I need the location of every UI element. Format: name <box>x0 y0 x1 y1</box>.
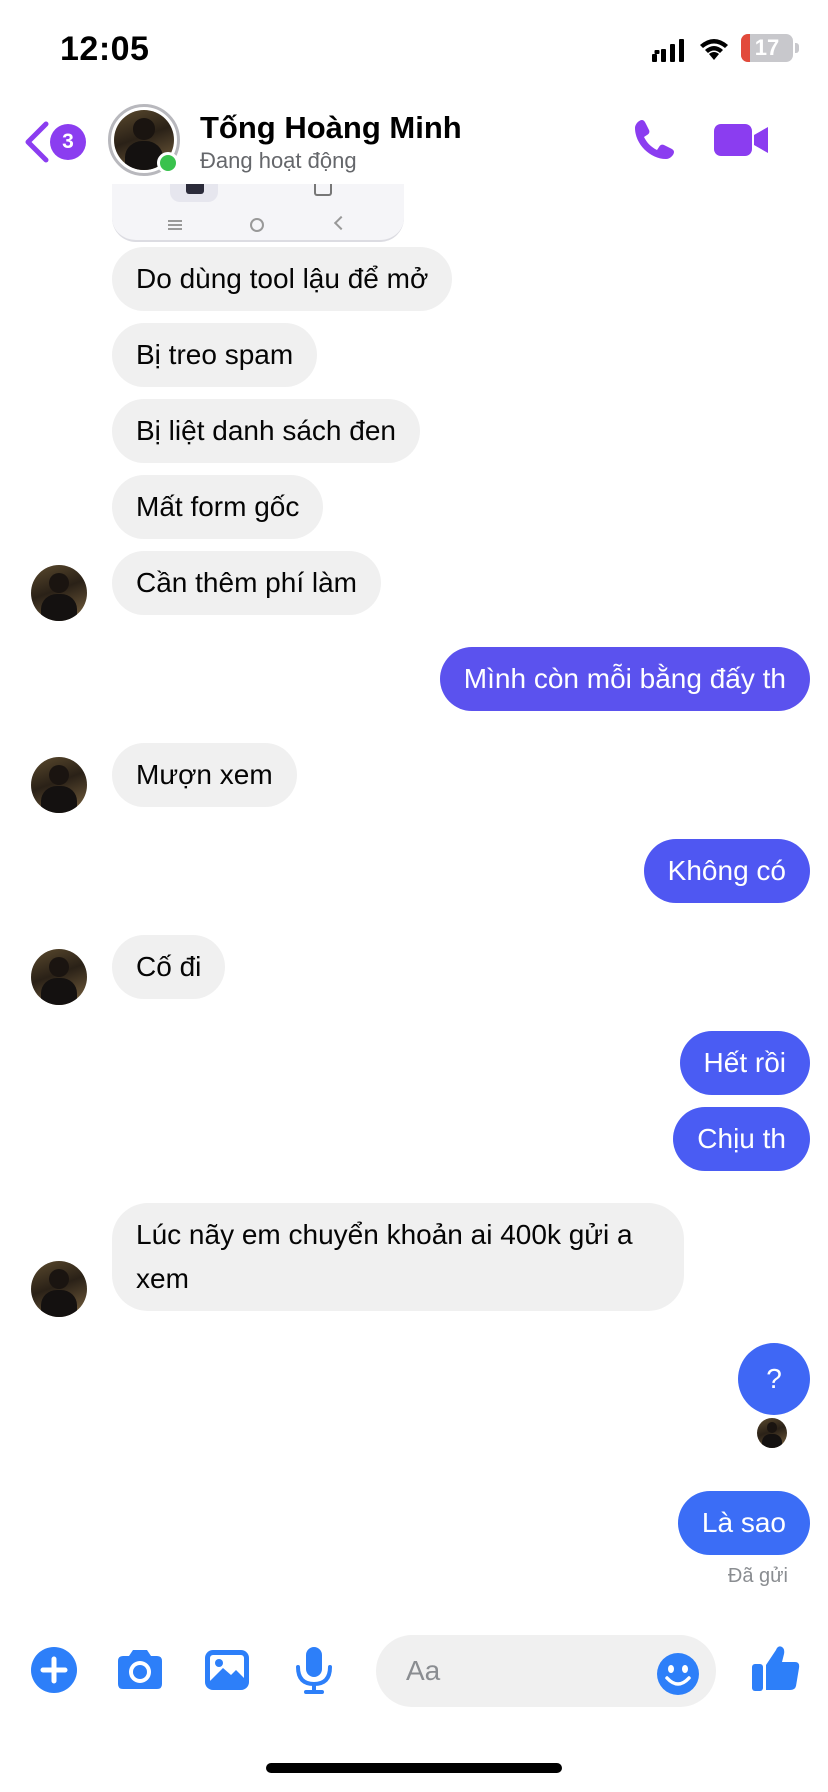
chevron-left-icon <box>25 121 49 163</box>
battery-percent: 17 <box>754 35 780 60</box>
message-sent[interactable]: ? <box>738 1343 810 1415</box>
back-button[interactable]: 3 <box>22 118 92 168</box>
message-received[interactable]: Lúc nãy em chuyển khoản ai 400k gửi a xe… <box>112 1203 684 1311</box>
battery-icon: 17 <box>741 34 793 62</box>
message-received[interactable]: Mất form gốc <box>112 475 324 539</box>
chat-header: 3 Tống Hoàng Minh Đang hoạt động <box>0 100 828 184</box>
contact-status: Đang hoạt động <box>200 148 357 173</box>
status-bar: 12:05 17 <box>0 0 828 100</box>
back-icon <box>333 215 349 231</box>
home-indicator <box>266 1763 562 1773</box>
battery-cap <box>795 43 799 53</box>
message-received[interactable]: Do dùng tool lậu để mở <box>112 247 453 311</box>
status-time: 12:05 <box>60 30 150 68</box>
message-composer <box>0 1620 828 1730</box>
seen-avatar <box>757 1418 787 1448</box>
phone-call-icon[interactable] <box>630 116 678 164</box>
message-received[interactable]: Mượn xem <box>112 743 297 807</box>
message-sent[interactable]: Là sao <box>677 1491 810 1555</box>
delivery-status: Đã gửi <box>727 1565 788 1587</box>
wifi-icon <box>700 39 728 60</box>
add-icon[interactable] <box>28 1644 80 1696</box>
sender-avatar[interactable] <box>31 757 87 813</box>
cellular-signal-icon <box>652 39 684 62</box>
message-received[interactable]: Cần thêm phí làm <box>112 551 381 615</box>
message-sent[interactable]: Không có <box>643 839 810 903</box>
message-sent[interactable]: Hết rồi <box>679 1031 810 1095</box>
camera-icon[interactable] <box>114 1644 166 1696</box>
message-sent[interactable]: Chịu th <box>673 1107 810 1171</box>
mail-icon <box>186 184 204 194</box>
sender-avatar[interactable] <box>31 1261 87 1317</box>
contact-name[interactable]: Tống Hoàng Minh <box>200 110 462 146</box>
message-sent[interactable]: Mình còn mỗi bằng đấy th <box>439 647 810 711</box>
sender-avatar[interactable] <box>31 565 87 621</box>
message-received[interactable]: Bị liệt danh sách đen <box>112 399 420 463</box>
shared-image[interactable] <box>112 184 404 242</box>
unread-badge: 3 <box>50 124 86 160</box>
emoji-icon[interactable] <box>656 1652 700 1696</box>
microphone-icon[interactable] <box>288 1644 340 1696</box>
message-received[interactable]: Bị treo spam <box>112 323 318 387</box>
gallery-icon[interactable] <box>201 1644 253 1696</box>
message-input[interactable] <box>406 1635 646 1707</box>
video-call-icon[interactable] <box>714 120 770 160</box>
sender-avatar[interactable] <box>31 949 87 1005</box>
menu-icon <box>168 220 182 230</box>
camera-icon <box>314 184 332 196</box>
message-received[interactable]: Cố đi <box>112 935 226 999</box>
home-icon <box>250 218 264 232</box>
online-indicator <box>157 152 179 174</box>
thumbs-up-icon[interactable] <box>750 1642 802 1694</box>
